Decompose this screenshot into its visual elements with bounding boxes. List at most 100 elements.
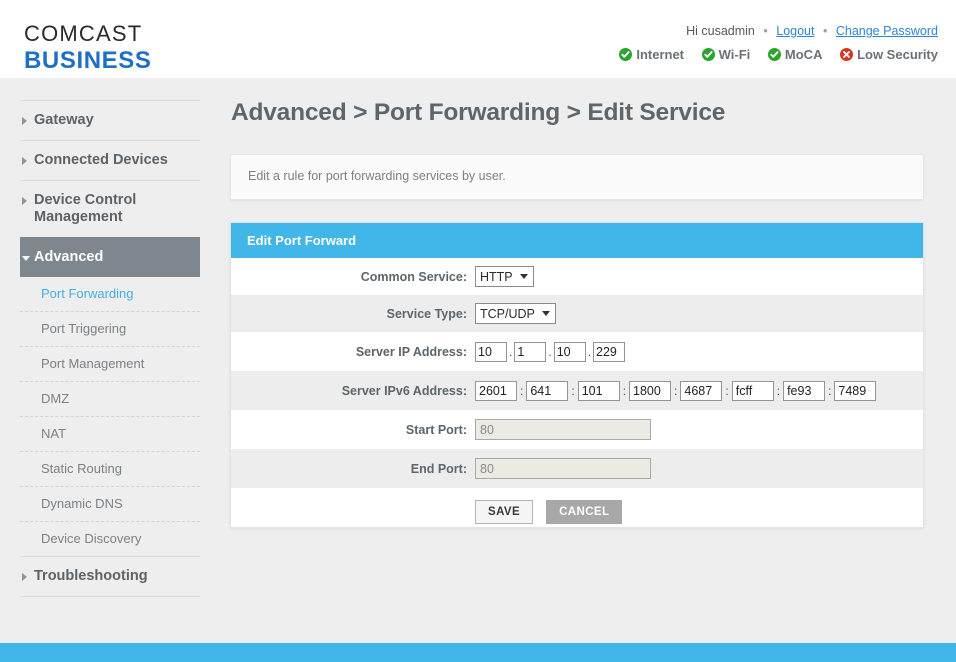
sidebar-item-port-triggering[interactable]: Port Triggering [20,311,200,346]
sidebar-subitem-label: Port Triggering [41,321,127,336]
change-password-link[interactable]: Change Password [836,24,938,38]
sidebar-item-nat[interactable]: NAT [20,416,200,451]
x-circle-icon [840,48,854,61]
server-ipv6-group-6[interactable] [731,380,774,401]
save-button[interactable]: SAVE [475,499,534,524]
form-row-service-type: Service Type: TCP/UDP [231,295,923,332]
main-content: Advanced > Port Forwarding > Edit Servic… [220,78,956,662]
sidebar-nav: Gateway Connected Devices Device Control… [20,100,200,597]
form-row-start-port: Start Port: [231,410,923,449]
server-ip-label: Server IP Address: [355,344,467,359]
sidebar-item-port-management[interactable]: Port Management [20,346,200,381]
server-ipv6-group-1[interactable] [475,380,517,401]
chevron-right-icon [22,197,27,205]
account-separator-1: • [763,24,768,38]
status-label-moca: MoCA [784,47,823,62]
sidebar-item-advanced[interactable]: Advanced [20,237,200,277]
ipv6-separator: : [674,383,678,398]
sidebar-subitem-label: Port Forwarding [41,286,134,301]
sidebar-item-device-control-management[interactable]: Device Control Management [20,180,200,237]
server-ipv6-group-5[interactable] [680,380,723,401]
sidebar: Gateway Connected Devices Device Control… [0,78,220,662]
status-item-moca: MoCA [767,47,823,62]
server-ipv6-group-2[interactable] [526,380,569,401]
account-bar: Hi cusadmin • Logout • Change Password [686,24,938,38]
form-row-server-ip: Server IP Address: . . . [231,332,923,371]
status-item-wifi: Wi-Fi [701,47,751,62]
server-ip-octet-1[interactable] [475,341,507,362]
sidebar-subitem-label: Port Management [41,356,145,371]
status-label-wifi: Wi-Fi [718,47,751,62]
sidebar-item-label: Device Control Management [34,192,137,225]
form-row-end-port: End Port: [231,449,923,488]
form-row-server-ipv6: Server IPv6 Address: : : : : : : : [231,371,923,410]
server-ip-octet-2[interactable] [514,341,547,362]
sidebar-item-device-discovery[interactable]: Device Discovery [20,521,200,556]
ipv6-separator: : [776,383,781,398]
service-type-select[interactable]: TCP/UDP [475,303,556,324]
service-type-label: Service Type: [386,306,467,321]
sidebar-subitem-label: NAT [41,426,67,441]
ipv6-separator: : [571,383,575,398]
sidebar-item-dmz[interactable]: DMZ [20,381,200,416]
sidebar-item-label: Advanced [34,249,104,265]
account-separator-2: • [822,24,828,38]
page-description-box: Edit a rule for port forwarding services… [230,154,924,200]
server-ipv6-group-4[interactable] [629,380,672,401]
ip-separator: . [587,344,592,359]
logout-link[interactable]: Logout [776,24,814,38]
sidebar-item-troubleshooting[interactable]: Troubleshooting [20,556,200,596]
sidebar-subitem-label: Device Discovery [41,531,142,546]
comcast-business-logo: COMCAST BUSINESS [24,22,152,74]
sidebar-subitem-label: Static Routing [41,461,122,476]
footer-bar [0,643,956,662]
ip-separator: . [548,344,552,359]
status-label-low-security: Low Security [857,47,938,62]
sidebar-item-label: Connected Devices [34,152,168,168]
chevron-right-icon [22,157,27,165]
ipv6-separator: : [725,383,729,398]
end-port-input[interactable] [475,458,651,479]
chevron-right-icon [22,573,27,581]
common-service-select-wrapper: HTTP [475,266,534,287]
sidebar-subitem-label: Dynamic DNS [41,496,123,511]
start-port-label: Start Port: [405,422,467,437]
form-row-common-service: Common Service: HTTP [231,258,923,295]
sidebar-item-port-forwarding[interactable]: Port Forwarding [20,277,200,311]
start-port-input[interactable] [475,419,651,440]
sidebar-subitem-label: DMZ [41,391,70,406]
server-ip-octet-3[interactable] [553,341,586,362]
ip-separator: . [509,344,513,359]
sidebar-bottom-divider [20,596,200,597]
status-item-internet: Internet [619,47,684,62]
page-title: Advanced > Port Forwarding > Edit Servic… [231,99,726,126]
chevron-right-icon [22,117,27,125]
greeting-text: Hi cusadmin [686,24,755,38]
server-ipv6-group-3[interactable] [577,380,620,401]
server-ipv6-group-8[interactable] [834,380,877,401]
status-indicator-bar: Internet Wi-Fi MoCA Low Security [619,47,938,62]
sidebar-item-label: Troubleshooting [34,568,148,584]
check-circle-icon [701,48,715,61]
chevron-down-icon [22,256,30,261]
logo-comcast-text: COMCAST [24,21,143,46]
server-ipv6-group-7[interactable] [783,380,826,401]
cancel-button[interactable]: CANCEL [546,499,623,524]
edit-port-forward-panel: Edit Port Forward Common Service: HTTP S… [230,222,924,528]
status-label-internet: Internet [636,47,684,62]
sidebar-item-gateway[interactable]: Gateway [20,100,200,140]
server-ipv6-label: Server IPv6 Address: [341,383,467,398]
sidebar-item-connected-devices[interactable]: Connected Devices [20,140,200,180]
status-item-low-security: Low Security [840,47,938,62]
sidebar-item-label: Gateway [34,112,94,128]
sidebar-item-dynamic-dns[interactable]: Dynamic DNS [20,486,200,521]
panel-title: Edit Port Forward [231,223,923,258]
common-service-select[interactable]: HTTP [475,266,534,287]
page-description-text: Edit a rule for port forwarding services… [248,169,506,183]
common-service-label: Common Service: [360,269,467,284]
ipv6-separator: : [828,383,832,398]
check-circle-icon [619,48,633,61]
form-action-row: SAVE CANCEL [231,488,923,535]
server-ip-octet-4[interactable] [593,341,626,362]
sidebar-item-static-routing[interactable]: Static Routing [20,451,200,486]
